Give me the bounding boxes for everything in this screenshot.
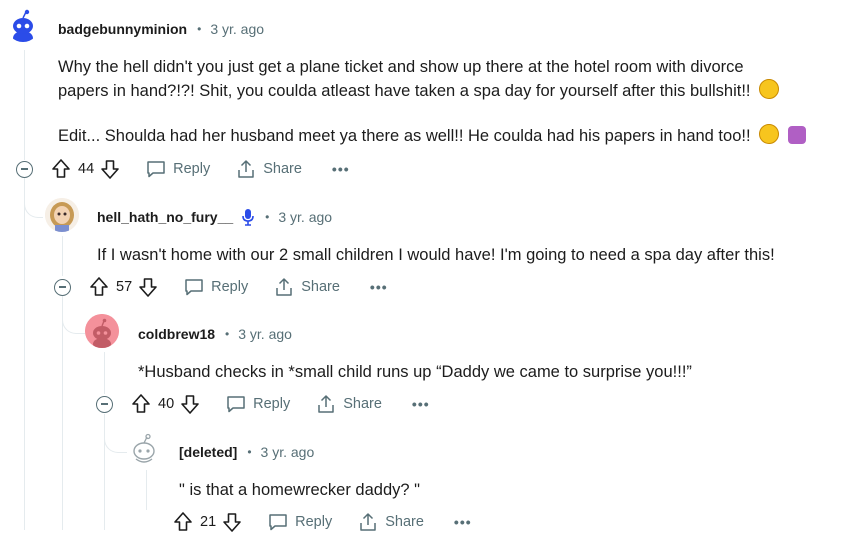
shrug-emoji-icon (787, 126, 806, 144)
avatar[interactable] (45, 198, 79, 232)
share-label: Share (263, 161, 302, 177)
separator-dot: • (197, 22, 202, 36)
comment-body-line: If I wasn't home with our 2 small childr… (97, 246, 775, 264)
thread-line (24, 50, 25, 160)
separator-dot: • (225, 327, 230, 341)
thread-line (62, 236, 63, 276)
collapse-button[interactable] (16, 160, 33, 178)
laughing-emoji-icon (759, 124, 780, 144)
timestamp[interactable]: 3 yr. ago (238, 326, 292, 342)
comment-actions: 40 Reply Share ••• (96, 392, 430, 416)
reply-label: Reply (253, 396, 291, 412)
thread-elbow (104, 438, 127, 453)
share-label: Share (301, 279, 340, 295)
downvote-icon[interactable] (100, 158, 120, 180)
share-icon (318, 395, 334, 413)
thread-line (24, 178, 25, 530)
share-button[interactable]: Share (236, 159, 302, 179)
author-name[interactable]: coldbrew18 (138, 326, 215, 342)
separator-dot: • (265, 210, 270, 224)
thread-line (62, 296, 63, 530)
share-label: Share (343, 396, 382, 412)
reply-icon (147, 161, 165, 178)
timestamp[interactable]: 3 yr. ago (278, 209, 332, 225)
reply-button[interactable]: Reply (184, 278, 248, 296)
reply-label: Reply (295, 514, 333, 530)
avatar[interactable] (127, 432, 161, 466)
reply-icon (269, 514, 287, 531)
downvote-icon[interactable] (138, 276, 158, 298)
comment-meta: hell_hath_no_fury__ • 3 yr. ago (97, 207, 332, 227)
upvote-icon[interactable] (131, 393, 151, 415)
comment-meta: [deleted] • 3 yr. ago (179, 442, 314, 462)
reply-icon (185, 279, 203, 296)
more-options-button[interactable]: ••• (370, 279, 388, 295)
timestamp[interactable]: 3 yr. ago (261, 444, 315, 460)
reply-label: Reply (173, 161, 211, 177)
timestamp[interactable]: 3 yr. ago (210, 21, 264, 37)
reply-button[interactable]: Reply (268, 513, 332, 531)
comment-actions: 44 Reply Share ••• (16, 157, 350, 181)
reply-label: Reply (211, 279, 249, 295)
comment-body-line: *Husband checks in *small child runs up … (138, 363, 692, 381)
thread-line (104, 352, 105, 394)
collapse-button[interactable] (54, 278, 71, 296)
share-icon (360, 513, 376, 531)
share-icon (238, 160, 254, 178)
comment-body-line: Why the hell didn't you just get a plane… (58, 58, 744, 76)
share-label: Share (385, 514, 424, 530)
avatar[interactable] (6, 8, 40, 42)
laughing-emoji-icon (759, 79, 780, 99)
comment-actions: 21 Reply Share ••• (173, 510, 472, 534)
more-options-button[interactable]: ••• (332, 161, 350, 177)
collapse-button[interactable] (96, 395, 113, 413)
reply-icon (227, 396, 245, 413)
avatar[interactable] (85, 314, 119, 348)
share-button[interactable]: Share (316, 394, 382, 414)
comment-body-line: papers in hand?!?! Shit, you coulda atle… (58, 79, 780, 103)
thread-elbow (62, 319, 85, 334)
more-options-button[interactable]: ••• (412, 396, 430, 412)
separator-dot: • (247, 445, 252, 459)
vote-count: 57 (116, 279, 133, 295)
comment-meta: badgebunnyminion • 3 yr. ago (58, 19, 264, 39)
more-options-button[interactable]: ••• (454, 514, 472, 530)
share-button[interactable]: Share (358, 512, 424, 532)
upvote-icon[interactable] (89, 276, 109, 298)
upvote-icon[interactable] (51, 158, 71, 180)
thread-elbow (24, 203, 43, 218)
share-icon (276, 278, 292, 296)
microphone-icon (242, 209, 254, 226)
author-name: [deleted] (179, 444, 238, 460)
vote-count: 44 (78, 161, 95, 177)
share-button[interactable]: Share (274, 277, 340, 297)
comment-meta: coldbrew18 • 3 yr. ago (138, 324, 292, 344)
author-name[interactable]: hell_hath_no_fury__ (97, 209, 233, 225)
author-name[interactable]: badgebunnyminion (58, 21, 187, 37)
thread-line (104, 414, 105, 530)
vote-count: 21 (200, 514, 217, 530)
reply-button[interactable]: Reply (146, 160, 210, 178)
comment-body-line: " is that a homewrecker daddy? " (179, 481, 420, 499)
thread-line (146, 470, 147, 510)
downvote-icon[interactable] (180, 393, 200, 415)
comment-actions: 57 Reply Share ••• (54, 275, 388, 299)
reply-button[interactable]: Reply (226, 395, 290, 413)
comment-body-line: Edit... Shoulda had her husband meet ya … (58, 124, 806, 148)
vote-count: 40 (158, 396, 175, 412)
